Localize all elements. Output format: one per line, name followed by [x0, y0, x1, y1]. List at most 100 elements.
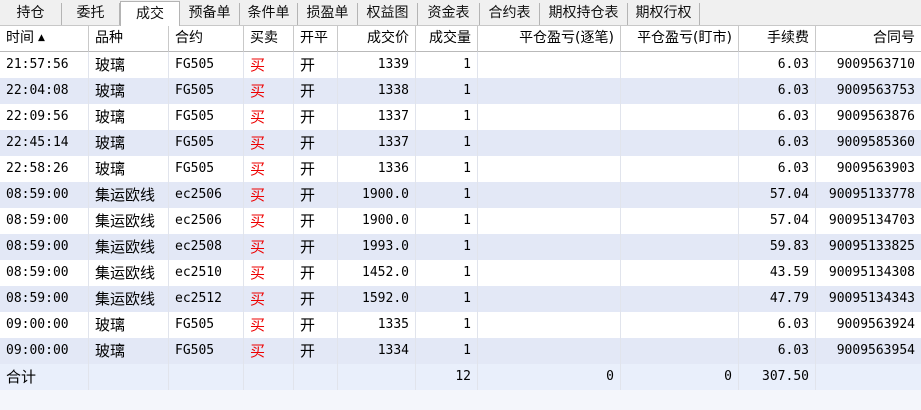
- cell-side: 买: [244, 234, 294, 260]
- cell-open-close: 开: [294, 260, 338, 286]
- table-row[interactable]: 09:00:00 玻璃 FG505 买开 1335 1 6.03 9009563924: [0, 312, 921, 338]
- totals-cell-empty: [169, 364, 244, 390]
- table-row[interactable]: 22:58:26 玻璃 FG505 买开 1336 1 6.03 9009563903: [0, 156, 921, 182]
- cell-time: 08:59:00: [0, 234, 89, 260]
- cell-price: 1592.0: [338, 286, 416, 312]
- col-header-time-label: 时间: [6, 30, 34, 46]
- table-row[interactable]: 08:59:00 集运欧线 ec2506 买开 1900.0 1 57.04 90095134…: [0, 208, 921, 234]
- cell-time: 22:58:26: [0, 156, 89, 182]
- cell-product: 玻璃: [89, 156, 169, 182]
- cell-time: 21:57:56: [0, 52, 89, 78]
- cell-pnl-trade: [478, 312, 621, 338]
- col-header-product[interactable]: 品种: [89, 26, 169, 52]
- cell-side: 买: [244, 260, 294, 286]
- table-row[interactable]: 22:04:08 玻璃 FG505 买开 1338 1 6.03 9009563753: [0, 78, 921, 104]
- totals-fee: 307.50: [739, 364, 816, 390]
- cell-pnl-mark: [621, 208, 739, 234]
- tab-prepared-orders[interactable]: 预备单: [180, 3, 240, 25]
- cell-fee: 6.03: [739, 78, 816, 104]
- cell-pnl-trade: [478, 260, 621, 286]
- table-row[interactable]: 08:59:00 集运欧线 ec2512 买开 1592.0 1 47.79 90095134…: [0, 286, 921, 312]
- cell-fee: 6.03: [739, 312, 816, 338]
- cell-pnl-trade: [478, 208, 621, 234]
- cell-open-close: 开: [294, 156, 338, 182]
- table-row[interactable]: 22:45:14 玻璃 FG505 买开 1337 1 6.03 9009585360: [0, 130, 921, 156]
- tab-stop-orders[interactable]: 损盈单: [298, 3, 358, 25]
- cell-time: 22:45:14: [0, 130, 89, 156]
- cell-fee: 59.83: [739, 234, 816, 260]
- cell-pnl-mark: [621, 260, 739, 286]
- cell-volume: 1: [416, 208, 478, 234]
- cell-side: 买: [244, 104, 294, 130]
- col-header-order-id[interactable]: 合同号: [816, 26, 921, 52]
- cell-price: 1335: [338, 312, 416, 338]
- cell-volume: 1: [416, 338, 478, 364]
- cell-volume: 1: [416, 286, 478, 312]
- tab-option-positions[interactable]: 期权持仓表: [540, 3, 628, 25]
- cell-price: 1339: [338, 52, 416, 78]
- cell-contract: ec2506: [169, 208, 244, 234]
- cell-time: 22:09:56: [0, 104, 89, 130]
- cell-pnl-mark: [621, 130, 739, 156]
- cell-order-id: 9009563903: [836, 161, 915, 176]
- cell-product: 玻璃: [89, 52, 169, 78]
- col-header-open-close[interactable]: 开平: [294, 26, 338, 52]
- cell-price: 1337: [338, 104, 416, 130]
- cell-order-id: 90095134343: [828, 291, 915, 306]
- cell-side: 买: [244, 286, 294, 312]
- col-header-pnl-trade[interactable]: 平仓盈亏(逐笔): [478, 26, 621, 52]
- cell-product: 玻璃: [89, 104, 169, 130]
- tab-option-exercise[interactable]: 期权行权: [628, 3, 700, 25]
- col-header-volume[interactable]: 成交量: [416, 26, 478, 52]
- cell-order-id: 9009563710: [836, 57, 915, 72]
- cell-pnl-mark: [621, 286, 739, 312]
- cell-order-id: 9009563954: [836, 343, 915, 358]
- cell-fee: 6.03: [739, 52, 816, 78]
- tab-funds[interactable]: 资金表: [418, 3, 480, 25]
- cell-fee: 6.03: [739, 156, 816, 182]
- table-row[interactable]: 21:57:56 玻璃 FG505 买开 1339 1 6.03 9009563710: [0, 52, 921, 78]
- cell-order-id: 9009563924: [836, 317, 915, 332]
- cell-side: 买: [244, 78, 294, 104]
- cell-open-close: 开: [294, 312, 338, 338]
- table-row[interactable]: 08:59:00 集运欧线 ec2508 买开 1993.0 1 59.83 90095133…: [0, 234, 921, 260]
- totals-label: 合计: [0, 364, 89, 390]
- tab-contracts[interactable]: 合约表: [480, 3, 540, 25]
- table-row[interactable]: 22:09:56 玻璃 FG505 买开 1337 1 6.03 9009563876: [0, 104, 921, 130]
- tab-trades[interactable]: 成交: [120, 1, 180, 26]
- cell-time: 08:59:00: [0, 182, 89, 208]
- sort-ascending-icon: ▲: [38, 33, 45, 43]
- col-header-contract[interactable]: 合约: [169, 26, 244, 52]
- cell-pnl-mark: [621, 338, 739, 364]
- cell-volume: 1: [416, 312, 478, 338]
- col-header-fee[interactable]: 手续费: [739, 26, 816, 52]
- tab-positions[interactable]: 持仓: [0, 3, 62, 25]
- cell-volume: 1: [416, 156, 478, 182]
- cell-price: 1338: [338, 78, 416, 104]
- table-row[interactable]: 09:00:00 玻璃 FG505 买开 1334 1 6.03 9009563954: [0, 338, 921, 364]
- cell-pnl-trade: [478, 104, 621, 130]
- cell-product: 玻璃: [89, 78, 169, 104]
- cell-side: 买: [244, 182, 294, 208]
- tab-equity-chart[interactable]: 权益图: [358, 3, 418, 25]
- totals-pnl-mark: 0: [621, 364, 739, 390]
- cell-open-close: 开: [294, 234, 338, 260]
- cell-open-close: 开: [294, 286, 338, 312]
- totals-cell-empty: [244, 364, 294, 390]
- cell-pnl-trade: [478, 130, 621, 156]
- col-header-side[interactable]: 买卖: [244, 26, 294, 52]
- cell-pnl-trade: [478, 156, 621, 182]
- col-header-price[interactable]: 成交价: [338, 26, 416, 52]
- tab-conditional-orders[interactable]: 条件单: [240, 3, 298, 25]
- table-row[interactable]: 08:59:00 集运欧线 ec2506 买开 1900.0 1 57.04 90095133…: [0, 182, 921, 208]
- cell-contract: ec2506: [169, 182, 244, 208]
- cell-pnl-trade: [478, 52, 621, 78]
- cell-pnl-mark: [621, 156, 739, 182]
- cell-pnl-mark: [621, 104, 739, 130]
- tab-orders[interactable]: 委托: [62, 3, 120, 25]
- col-header-pnl-mark[interactable]: 平仓盈亏(盯市): [621, 26, 739, 52]
- table-empty-area: [0, 390, 921, 410]
- table-row[interactable]: 08:59:00 集运欧线 ec2510 买开 1452.0 1 43.59 90095134…: [0, 260, 921, 286]
- col-header-time[interactable]: 时间 ▲: [0, 26, 89, 52]
- cell-price: 1900.0: [338, 182, 416, 208]
